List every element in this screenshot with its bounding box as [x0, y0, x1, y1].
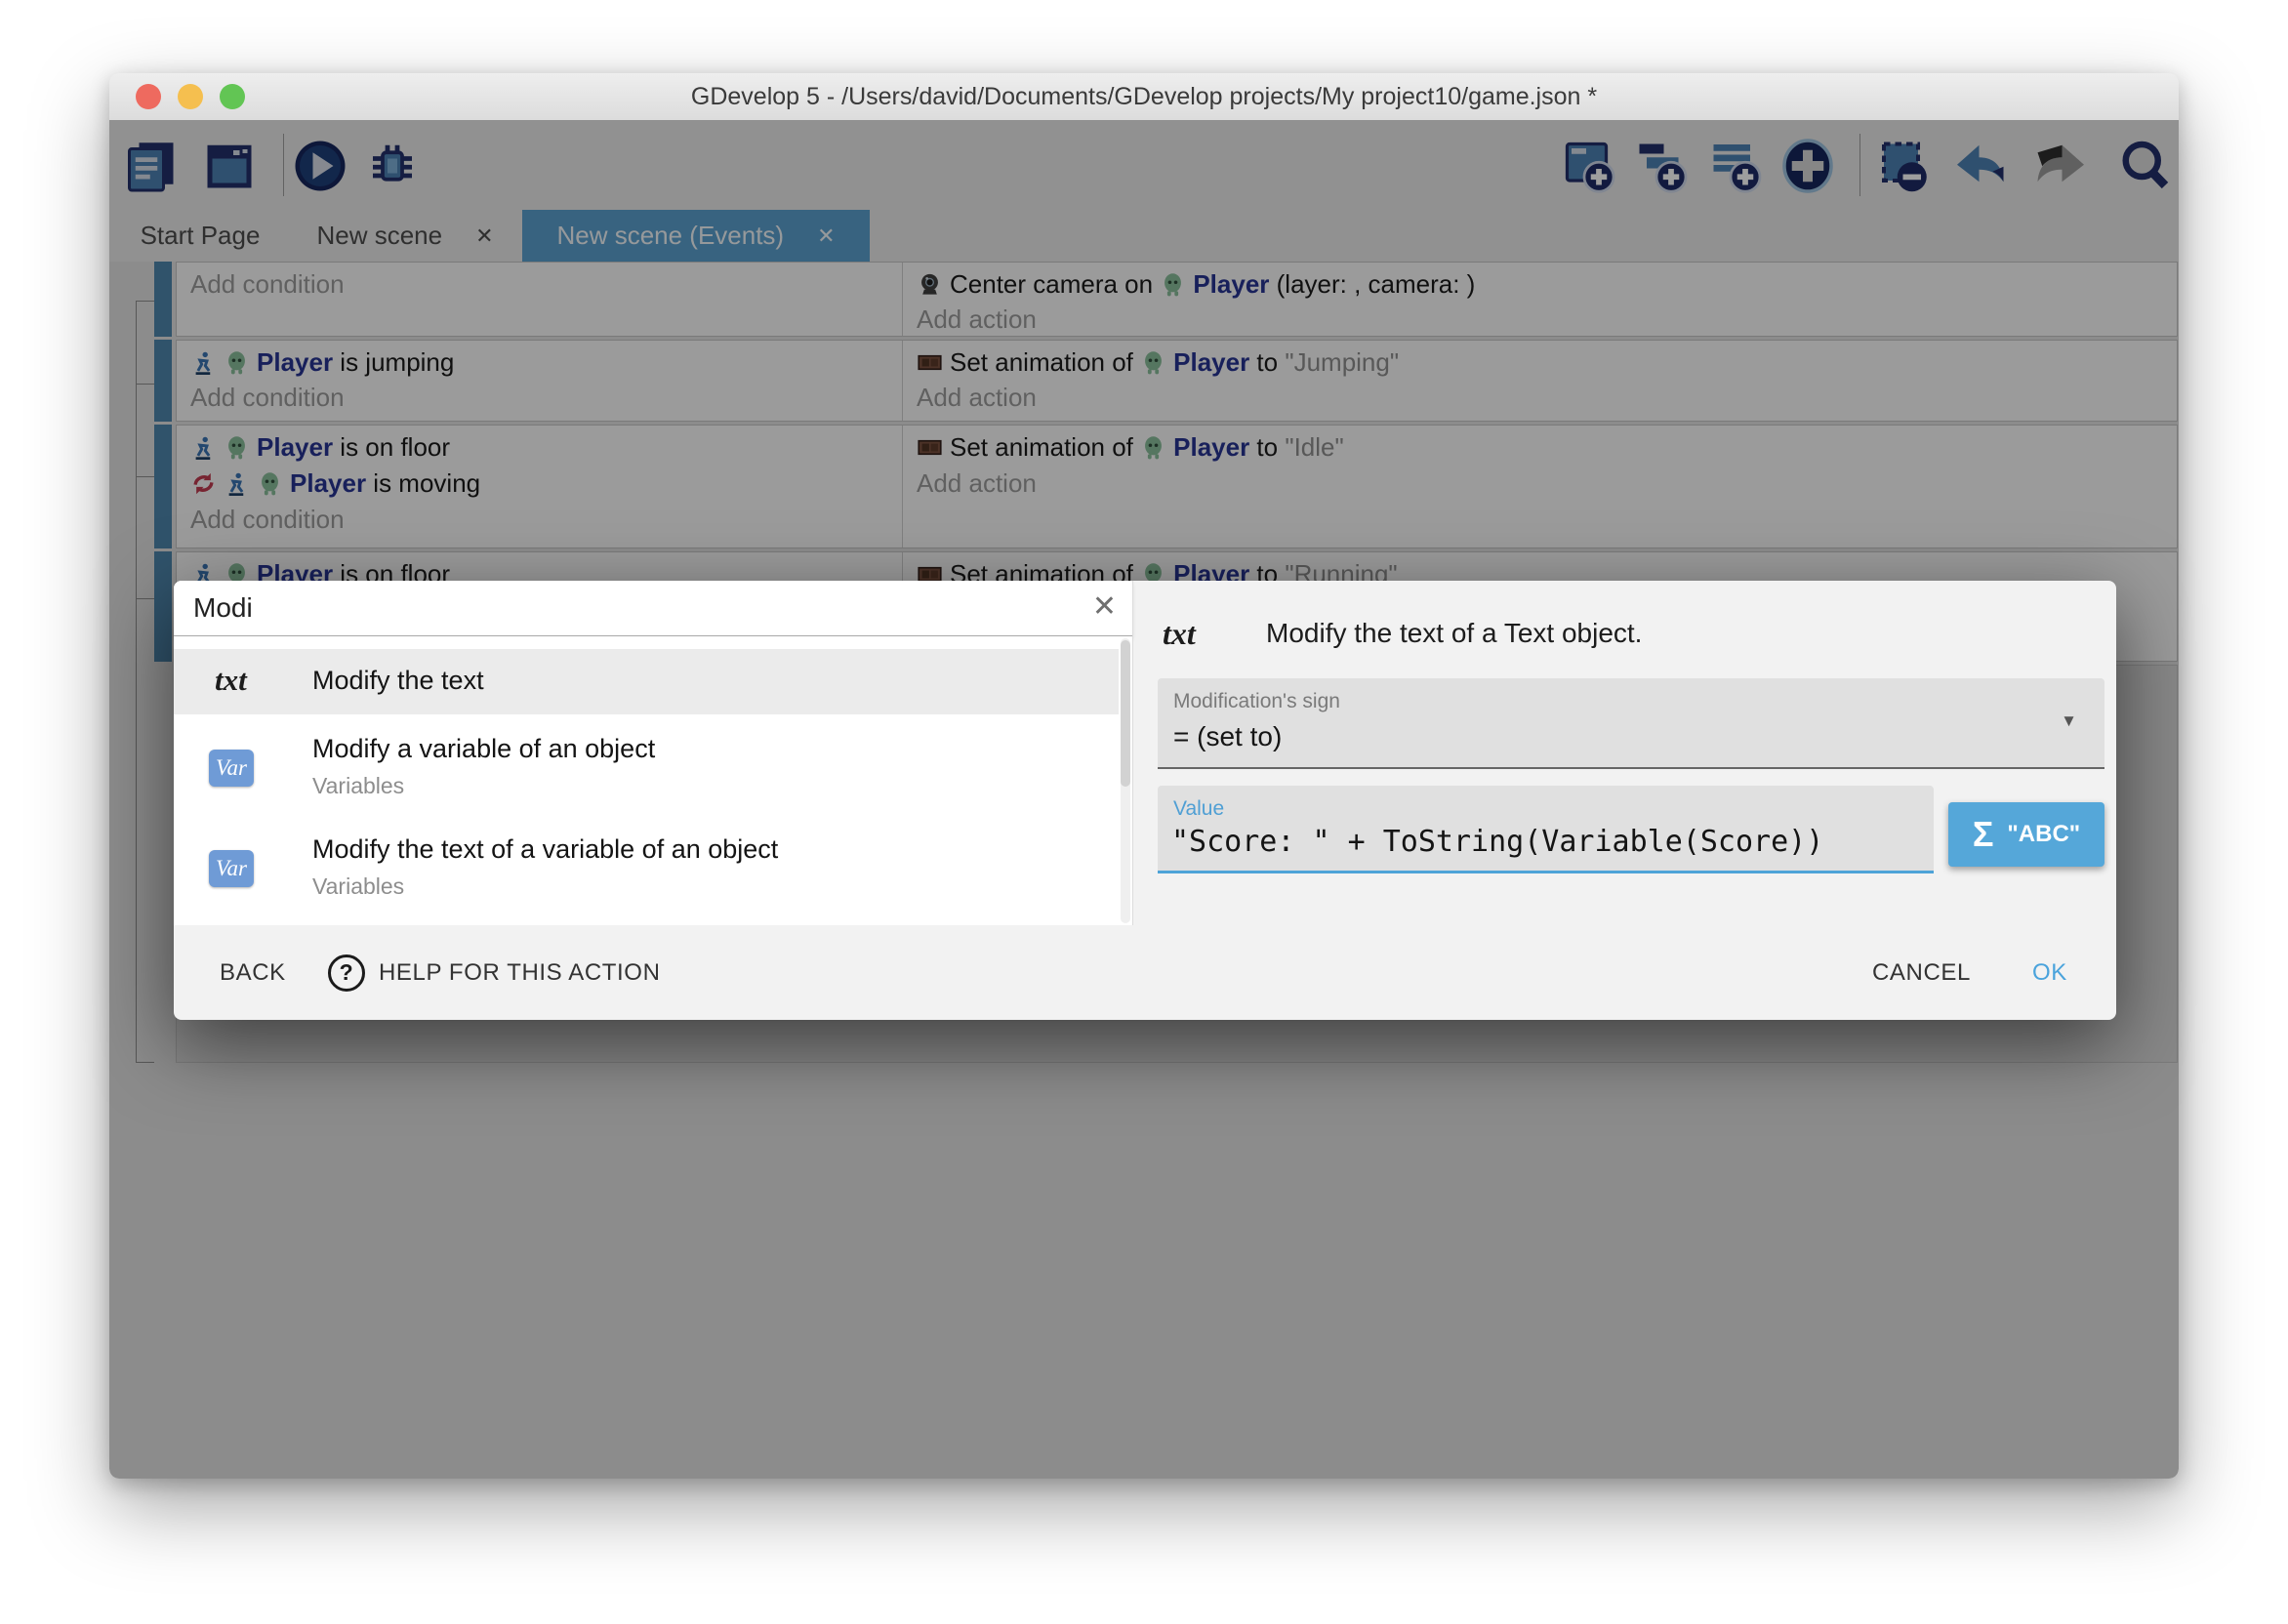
scrollbar-thumb[interactable]: [1121, 640, 1130, 787]
list-item-title: Modify the text of a variable of an obje…: [312, 834, 778, 865]
search-bar[interactable]: Modi: [174, 581, 1132, 636]
dialog-footer: BACK HELP FOR THIS ACTION CANCEL OK: [174, 925, 2116, 1020]
dialog-title: Modify the text of a Text object.: [1266, 618, 1642, 649]
action-editor-dialog: Modi txt Modify the text Var Modify a va…: [174, 581, 2116, 1020]
value-input[interactable]: Value "Score: " + ToString(Variable(Scor…: [1158, 786, 1934, 873]
list-item-modify-text[interactable]: txt Modify the text: [174, 649, 1119, 714]
sigma-icon: [1973, 814, 1994, 855]
field-value: = (set to): [1173, 721, 1282, 752]
list-item-modify-variable[interactable]: Var Modify a variable of an object Varia…: [174, 724, 1119, 817]
titlebar: GDevelop 5 - /Users/david/Documents/GDev…: [109, 73, 2179, 121]
field-label: Modification's sign: [1173, 690, 1340, 713]
txt-icon: txt: [1163, 616, 1196, 652]
variable-icon: Var: [209, 750, 254, 787]
help-icon: [328, 954, 365, 992]
action-search-panel: Modi txt Modify the text Var Modify a va…: [174, 581, 1132, 925]
action-results-list: txt Modify the text Var Modify a variabl…: [174, 636, 1132, 925]
expression-value[interactable]: "Score: " + ToString(Variable(Score)): [1171, 825, 1823, 859]
help-button[interactable]: HELP FOR THIS ACTION: [328, 925, 661, 1020]
back-button[interactable]: BACK: [220, 925, 286, 1020]
ok-button[interactable]: OK: [2032, 925, 2067, 1020]
list-item-group: Variables: [312, 873, 404, 900]
clear-search-icon[interactable]: [1092, 590, 1117, 624]
expression-builder-button[interactable]: "ABC": [1948, 802, 2104, 867]
field-label: Value: [1173, 797, 1224, 821]
search-input[interactable]: Modi: [193, 592, 253, 624]
list-item-title: Modify a variable of an object: [312, 734, 655, 764]
variable-icon: Var: [209, 850, 254, 887]
chevron-down-icon: [2061, 711, 2077, 731]
list-item-title: Modify the text: [312, 666, 484, 696]
gdevelop-window: GDevelop 5 - /Users/david/Documents/GDev…: [109, 73, 2179, 1479]
cancel-button[interactable]: CANCEL: [1872, 925, 1971, 1020]
txt-icon: txt: [215, 663, 247, 698]
modification-sign-select[interactable]: Modification's sign = (set to): [1158, 678, 2104, 769]
screenshot-root: GDevelop 5 - /Users/david/Documents/GDev…: [0, 0, 2288, 1624]
list-item-modify-text-variable[interactable]: Var Modify the text of a variable of an …: [174, 825, 1119, 917]
expression-builder-label: "ABC": [2007, 821, 2080, 848]
list-item-group: Variables: [312, 773, 404, 799]
window-title: GDevelop 5 - /Users/david/Documents/GDev…: [109, 73, 2179, 120]
action-parameters-panel: txt Modify the text of a Text object. Mo…: [1132, 581, 2117, 925]
